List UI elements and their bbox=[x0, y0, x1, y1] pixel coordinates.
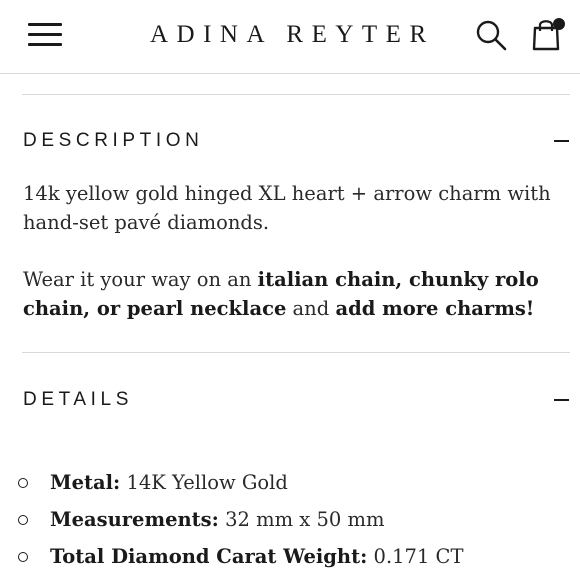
detail-label: Metal: bbox=[50, 471, 121, 494]
shopping-bag-icon-graphic bbox=[532, 18, 565, 51]
styling-prefix: Wear it your way on an bbox=[23, 268, 258, 291]
section-divider bbox=[22, 352, 570, 353]
detail-text: Metal: 14K Yellow Gold bbox=[50, 469, 288, 497]
detail-label: Total Diamond Carat Weight: bbox=[50, 545, 368, 568]
detail-item: Total Diamond Carat Weight: 0.171 CT bbox=[18, 543, 578, 573]
styling-middle: and bbox=[286, 296, 336, 320]
bullet-icon bbox=[18, 552, 28, 562]
site-header: ADINA REYTER bbox=[0, 0, 580, 74]
description-styling-paragraph: Wear it your way on an italian chain, ch… bbox=[23, 266, 563, 323]
detail-text: Measurements: 32 mm x 50 mm bbox=[50, 506, 384, 534]
detail-item: Measurements: 32 mm x 50 mm bbox=[18, 506, 578, 536]
description-paragraph: 14k yellow gold hinged XL heart + arrow … bbox=[23, 182, 551, 234]
details-heading[interactable]: DETAILS bbox=[23, 389, 133, 411]
menu-line bbox=[28, 43, 62, 46]
bullet-icon bbox=[18, 478, 28, 488]
add-charms-link[interactable]: add more charms! bbox=[335, 297, 534, 320]
menu-line bbox=[28, 23, 62, 26]
description-heading[interactable]: DESCRIPTION bbox=[23, 130, 203, 152]
brand-logo[interactable]: ADINA REYTER bbox=[150, 18, 435, 52]
minus-glyph bbox=[554, 399, 569, 401]
detail-label: Measurements: bbox=[50, 508, 219, 531]
shopping-bag-icon[interactable] bbox=[526, 14, 568, 54]
detail-value: 0.171 CT bbox=[373, 545, 464, 568]
search-icon[interactable] bbox=[474, 18, 508, 52]
hamburger-menu-icon[interactable] bbox=[28, 22, 64, 48]
detail-value: 32 mm x 50 mm bbox=[225, 508, 385, 531]
details-collapse-icon[interactable] bbox=[554, 393, 570, 407]
bullet-icon bbox=[18, 515, 28, 525]
minus-glyph bbox=[554, 140, 569, 142]
detail-text: Total Diamond Carat Weight: 0.171 CT bbox=[50, 543, 463, 571]
detail-value: 14K Yellow Gold bbox=[126, 471, 288, 494]
detail-item: Metal: 14K Yellow Gold bbox=[18, 469, 578, 499]
description-collapse-icon[interactable] bbox=[554, 134, 570, 148]
menu-line bbox=[28, 33, 62, 36]
search-icon-graphic bbox=[476, 20, 507, 51]
section-divider bbox=[22, 94, 570, 95]
